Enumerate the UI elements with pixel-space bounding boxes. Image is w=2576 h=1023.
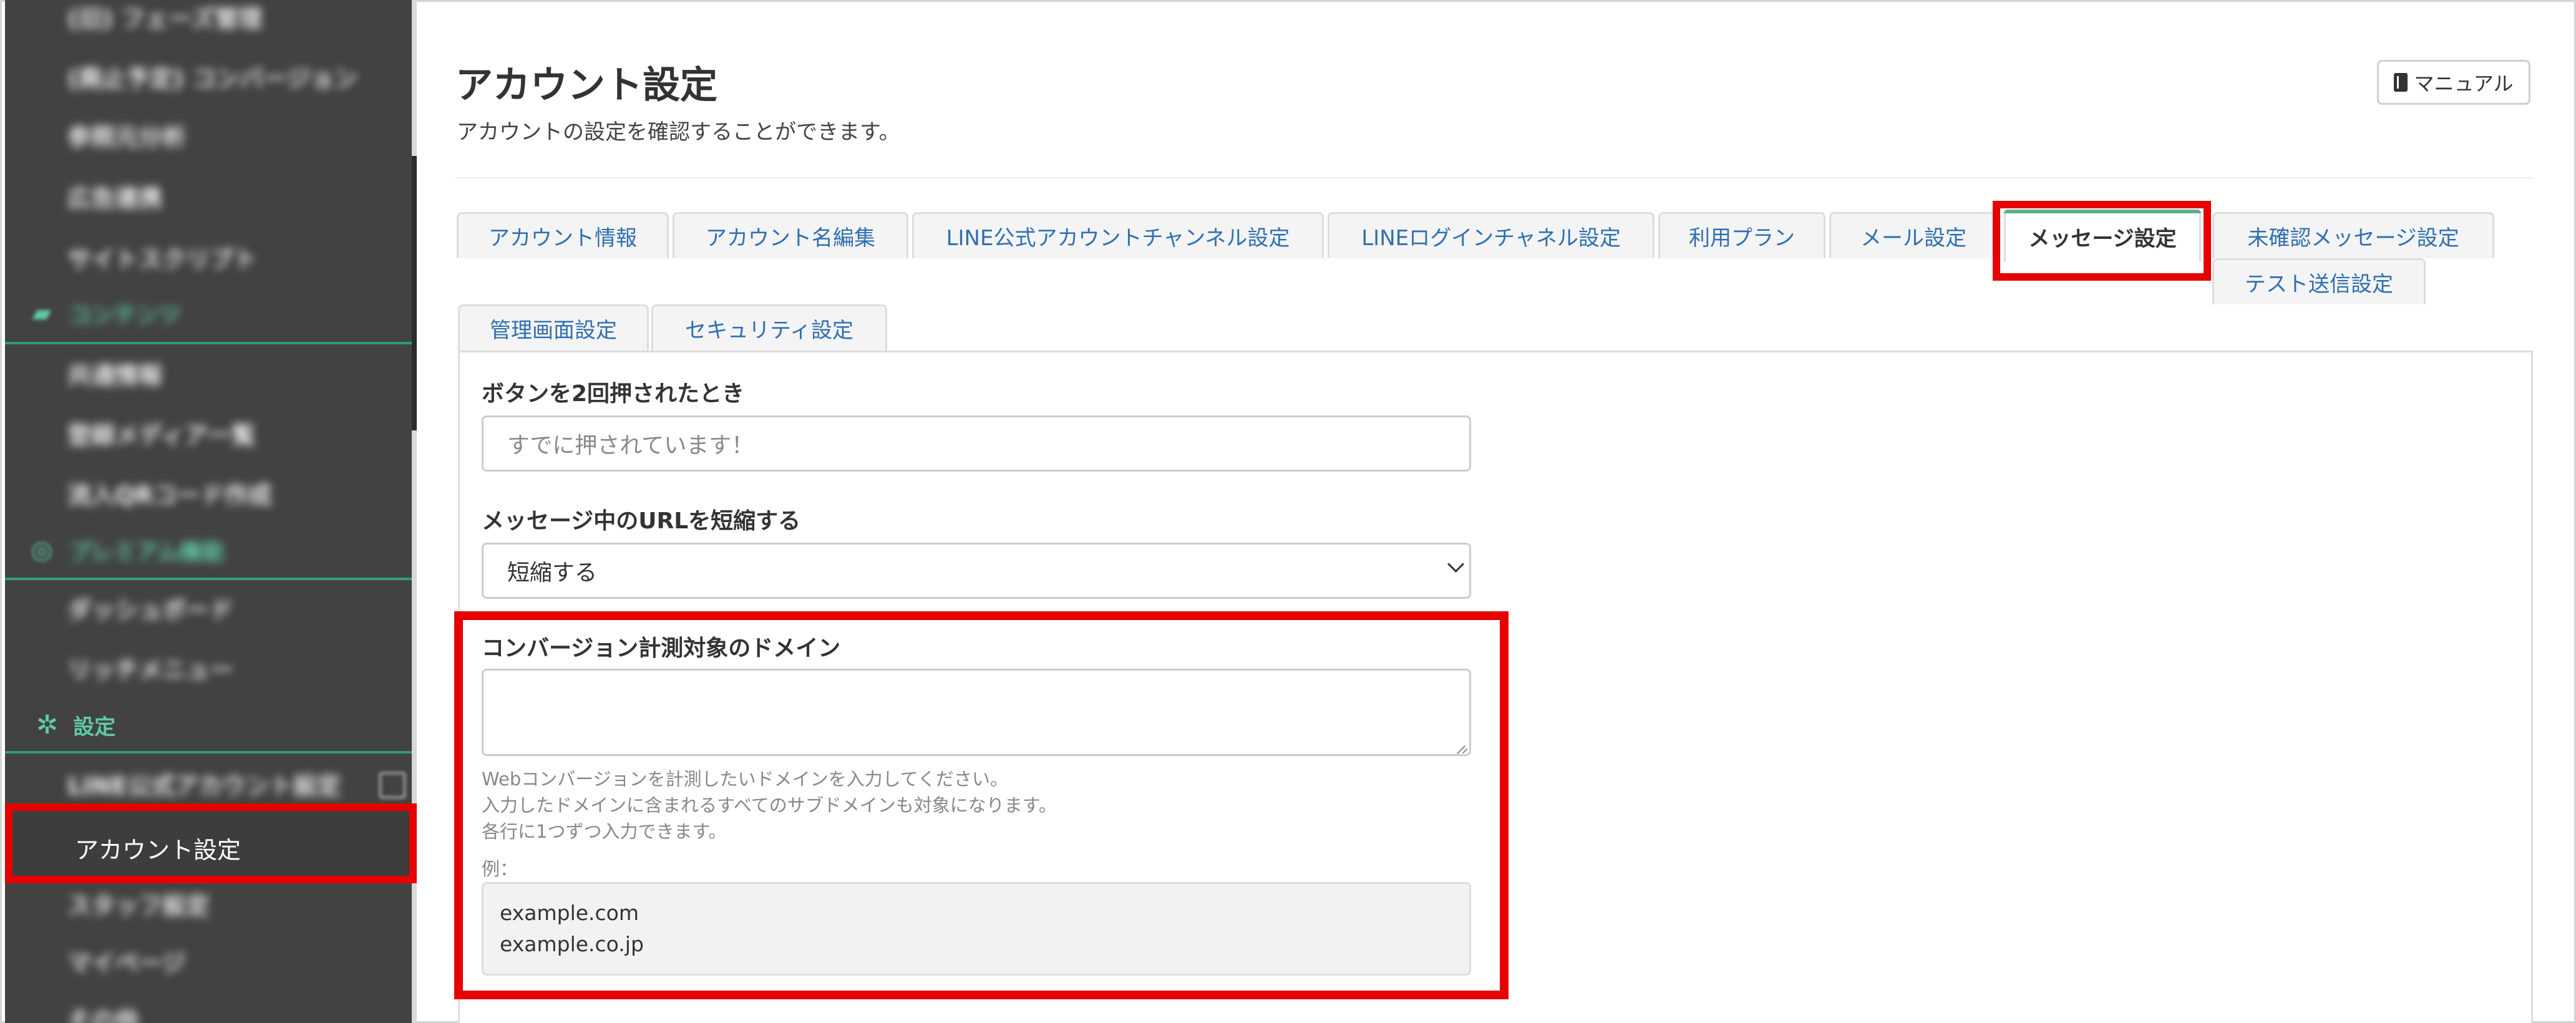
book-icon — [2394, 73, 2408, 92]
sidebar-item[interactable]: 広告連携 — [67, 177, 162, 215]
double-press-input[interactable]: すでに押されています！ — [482, 415, 1471, 472]
gear-icon: ✲ — [36, 709, 59, 740]
tab-mail-settings[interactable]: メール設定 — [1829, 212, 1998, 258]
sidebar-scroll-thumb[interactable] — [412, 156, 417, 430]
sidebar-item-line-account[interactable]: LINE公式アカウント設定 — [67, 765, 341, 802]
sidebar-item-staff[interactable]: スタッフ設定 — [67, 885, 210, 922]
premium-icon: ◎ — [31, 536, 53, 565]
chevron-down-icon — [1447, 556, 1464, 573]
sidebar-section-settings[interactable]: ✲ 設定 — [36, 706, 115, 744]
sidebar-item-mypage[interactable]: マイページ — [67, 942, 185, 979]
external-link-icon — [379, 772, 406, 798]
header-divider — [455, 177, 2533, 178]
sidebar-section-divider — [5, 342, 412, 344]
manual-button[interactable]: マニュアル — [2377, 60, 2530, 105]
sidebar-item[interactable]: リッチメニュー — [67, 649, 233, 686]
page-title: アカウント設定 — [455, 64, 717, 107]
tab-account-info[interactable]: アカウント情報 — [457, 212, 669, 258]
sidebar-section-contents[interactable]: ▰ コンテンツ — [31, 294, 181, 332]
sidebar-item[interactable]: 共通情報 — [67, 354, 162, 392]
tab-line-login-channel[interactable]: LINEログインチャネル設定 — [1328, 212, 1655, 258]
highlight-box-conversion-domain — [454, 611, 1509, 999]
tab-security-settings[interactable]: セキュリティ設定 — [651, 304, 887, 351]
highlight-box-tab — [1993, 201, 2211, 281]
sidebar-section-premium[interactable]: ◎ プレミアム機能 — [31, 531, 225, 569]
sidebar-item[interactable]: その他 — [67, 999, 139, 1023]
sidebar-item[interactable]: サイトスクリプト — [67, 238, 257, 276]
tab-line-official-channel[interactable]: LINE公式アカウントチャンネル設定 — [912, 212, 1324, 258]
tab-test-send-settings[interactable]: テスト送信設定 — [2212, 258, 2426, 304]
folder-icon: ▰ — [32, 299, 52, 327]
page-description: アカウントの設定を確認することができます。 — [457, 120, 900, 145]
shorten-url-select[interactable]: 短縮する — [482, 543, 1471, 599]
shorten-url-label: メッセージ中のURLを短縮する — [482, 508, 801, 534]
tab-admin-screen-settings[interactable]: 管理画面設定 — [458, 304, 649, 351]
tab-unread-message-settings[interactable]: 未確認メッセージ設定 — [2212, 212, 2494, 258]
sidebar-item[interactable]: 参照元分析 — [67, 116, 186, 153]
sidebar-item[interactable]: (廃止予定) コンバージョン — [67, 57, 357, 95]
double-press-label: ボタンを2回押されたとき — [482, 381, 745, 407]
sidebar-item[interactable]: 流入QRコード作成 — [67, 474, 272, 512]
sidebar-item[interactable]: ダッシュボード — [67, 589, 233, 626]
sidebar-item-account-settings[interactable]: アカウント設定 — [5, 803, 417, 883]
sidebar-item[interactable]: (旧) フェーズ管理 — [67, 0, 262, 35]
sidebar-section-divider — [5, 751, 412, 754]
tab-plan[interactable]: 利用プラン — [1658, 212, 1825, 258]
sidebar-item[interactable]: 登録メディア一覧 — [67, 414, 255, 452]
sidebar-section-divider — [5, 578, 412, 580]
tab-account-name-edit[interactable]: アカウント名編集 — [673, 212, 908, 258]
